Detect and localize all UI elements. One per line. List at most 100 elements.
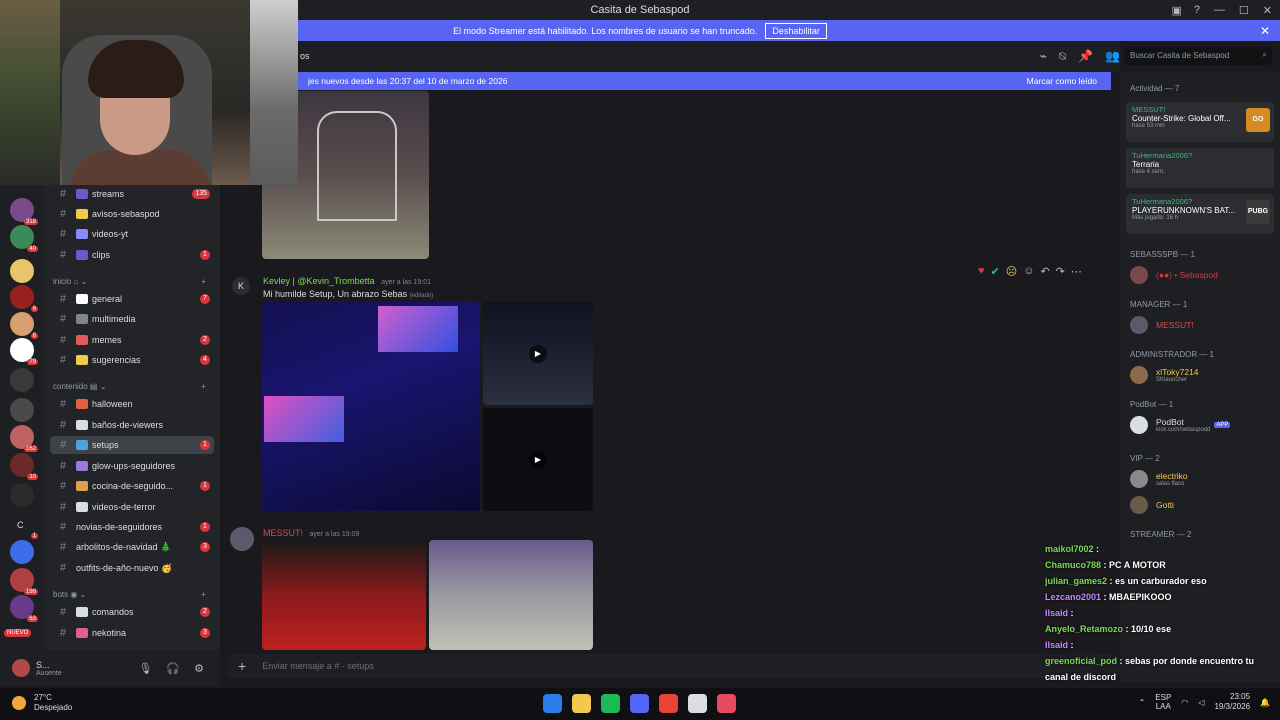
member-item[interactable]: electriko salas flaco [1130,470,1188,488]
heart-reaction-icon[interactable]: ♥ [978,265,985,278]
channel-item[interactable]: # halloween [50,395,214,413]
emoji-reaction-icon[interactable]: ☹ [1006,265,1017,278]
add-channel-icon[interactable]: + [201,382,206,391]
wifi-icon[interactable]: ◠ [1181,698,1188,707]
search-input[interactable]: Buscar Casita de Sebaspod ⌕ [1124,47,1272,65]
channel-item[interactable]: # general 7 [50,290,214,308]
message-composer[interactable]: + Enviar mensaje a # · setups [228,654,1120,678]
channel-item[interactable]: # videos-yt [50,225,214,243]
channel-item[interactable]: # comandos 2 [50,603,214,621]
add-channel-icon[interactable]: + [201,590,206,599]
channel-item[interactable]: # avisos-sebaspod [50,205,214,223]
avatar[interactable] [230,527,254,551]
server-icon[interactable]: 79 [10,338,38,365]
channel-item[interactable]: # multimedia [50,310,214,328]
member-item[interactable]: xlToky7214 SKlauncher [1130,366,1199,384]
bell-icon[interactable]: 🔔 [1260,698,1270,707]
close-window-icon[interactable]: ✕ [1263,4,1272,17]
member-item[interactable]: PodBot kick.com/sebaspodd APP [1130,416,1231,434]
language-indicator[interactable]: ESP LAA [1155,693,1171,711]
reply-icon[interactable]: ↶ [1040,265,1049,278]
server-icon[interactable]: 318 [10,198,38,225]
channel-item[interactable]: # sugerencias 4 [50,351,214,369]
member-item[interactable]: (●●) • Sebaspod [1130,266,1218,284]
video-attachment[interactable]: ▶ [483,302,593,405]
user-info[interactable]: S... Ausente [36,660,62,677]
member-item[interactable]: Gotti [1130,496,1174,514]
member-item[interactable]: MESSUT! [1130,316,1194,334]
obs-icon[interactable] [688,694,707,713]
channel-item[interactable]: # outfits-de-año-nuevo 🥳 [50,559,214,577]
notifications-icon[interactable]: ⍉ [1059,49,1066,64]
add-attachment-icon[interactable]: + [238,658,246,674]
chrome-icon[interactable] [659,694,678,713]
server-letter-icon[interactable]: C [17,520,24,530]
channel-item[interactable]: # memes 2 [50,331,214,349]
close-banner-icon[interactable]: ✕ [1260,24,1270,38]
attachment-image[interactable] [429,540,593,650]
server-icon[interactable]: 40 [10,225,38,252]
add-reaction-icon[interactable]: ☺ [1023,265,1034,278]
mark-read-button[interactable]: Marcar como leído [1027,76,1097,86]
server-icon[interactable] [10,540,34,564]
server-icon[interactable] [10,368,34,392]
server-icon[interactable]: 162 [10,425,38,452]
tiktok-icon[interactable] [717,694,736,713]
maximize-icon[interactable]: ☐ [1239,4,1249,17]
inbox-icon[interactable]: ▣ [1171,4,1181,17]
channel-item[interactable]: # baños-de-viewers [50,416,214,434]
clock[interactable]: 23:05 19/3/2026 [1214,692,1250,712]
check-reaction-icon[interactable]: ✔ [991,265,1000,278]
server-icon[interactable]: 8 [10,312,38,339]
server-icon[interactable] [10,398,34,422]
category-inicio[interactable]: inicio ⌂ ⌄ + [53,277,206,286]
server-icon[interactable] [10,259,34,283]
pin-icon[interactable]: 📌 [1078,49,1093,64]
channel-item[interactable]: # glow-ups-seguidores [50,457,214,475]
minimize-icon[interactable]: — [1214,4,1225,16]
message-author[interactable]: Kevley | @Kevin_Trombetta [263,276,375,286]
threads-icon[interactable]: ⌁ [1040,49,1047,64]
help-icon[interactable]: ? [1194,4,1200,16]
channel-item[interactable]: # streams 135 [50,185,214,203]
headphones-icon[interactable]: 🎧 [166,662,180,675]
chevron-up-icon[interactable]: ⌃ [1139,698,1146,707]
channel-item[interactable]: # nekotina 3 [50,624,214,642]
file-explorer-icon[interactable] [572,694,591,713]
server-icon[interactable]: 63 [10,595,38,622]
attachment-image[interactable] [262,540,426,650]
channel-item[interactable]: # videos-de-terror [50,498,214,516]
windows-start-icon[interactable] [543,694,562,713]
category-bots[interactable]: bots ◉ ⌄ + [53,590,206,599]
forward-icon[interactable]: ↷ [1056,265,1065,278]
spotify-icon[interactable] [601,694,620,713]
play-icon[interactable]: ▶ [529,345,547,363]
avatar[interactable] [12,659,30,677]
activity-card[interactable]: MESSUT! Counter-Strike: Global Off... hace… [1126,102,1274,142]
members-icon[interactable]: 👥 [1105,49,1120,64]
play-icon[interactable]: ▶ [529,451,547,469]
weather-widget[interactable]: 27°C Despejado [12,693,72,713]
channel-item[interactable]: # arbolitos-de-navidad 🎄 3 [50,538,214,556]
microphone-icon[interactable]: 🎙 [138,662,152,675]
server-icon[interactable]: 199 [10,568,38,595]
activity-card[interactable]: TuHermana2006? Terraria hace 4 sem. [1126,148,1274,188]
server-icon[interactable]: 10 [10,453,38,480]
server-icon[interactable]: 6 [10,285,38,312]
video-attachment[interactable]: ▶ [483,408,593,511]
gear-icon[interactable]: ⚙ [194,662,204,675]
avatar[interactable]: K [232,277,250,295]
activity-card[interactable]: TuHermana2006? PLAYERUNKNOWN'S BAT... Más … [1126,194,1274,234]
channel-item[interactable]: # setups 1 [50,436,214,454]
server-icon[interactable] [10,483,34,507]
channel-item[interactable]: # clips 1 [50,246,214,264]
disable-streamer-button[interactable]: Deshabilitar [765,22,827,39]
new-messages-bar[interactable]: jes nuevos desde las 20:37 del 10 de mar… [298,72,1111,90]
channel-item[interactable]: # cocina-de-seguido... 1 [50,477,214,495]
message-author[interactable]: MESSUT! [263,528,303,538]
discord-icon[interactable] [630,694,649,713]
attachment-image[interactable] [262,302,480,511]
volume-icon[interactable]: ◁ [1198,698,1204,707]
add-channel-icon[interactable]: + [201,277,206,286]
more-icon[interactable]: ⋯ [1071,265,1082,278]
